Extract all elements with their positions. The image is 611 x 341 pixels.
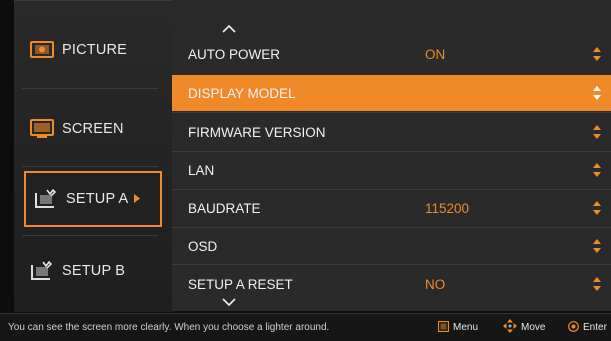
screen-icon [30,119,54,139]
menu-key-hint: Menu [437,320,479,335]
menu-row-firmware-version[interactable]: FIRMWARE VERSION [172,114,611,150]
menu-row-label: LAN [188,162,215,178]
sidebar-item-picture[interactable]: PICTURE [22,24,158,76]
menu-row-label: SETUP A RESET [188,276,293,292]
divider [172,112,611,113]
up-down-arrow-icon [593,86,601,100]
menu-button-icon [437,320,450,335]
caret-right-icon [134,191,141,207]
divider [22,166,158,167]
sidebar-item-label: SETUP A [66,191,129,207]
sidebar-item-screen[interactable]: SCREEN [22,103,158,155]
sidebar-item-label: SCREEN [62,121,124,137]
enter-key-hint: Enter [568,320,607,335]
menu-row-value: 115200 [425,200,470,216]
menu-row-label: AUTO POWER [188,46,281,62]
menu-row-osd[interactable]: OSD [172,228,611,264]
setup-a-icon [34,188,58,209]
sidebar-item-label: PICTURE [62,42,128,58]
divider [22,88,158,89]
up-down-arrow-icon [593,47,601,61]
menu-row-baudrate[interactable]: BAUDRATE 115200 [172,190,611,226]
menu-row-auto-power[interactable]: AUTO POWER ON [172,36,611,72]
picture-icon [30,40,54,60]
menu-row-value: NO [425,276,446,292]
menu-row-setup-a-reset[interactable]: SETUP A RESET NO [172,266,611,302]
help-text: You can see the screen more clearly. Whe… [8,322,330,333]
sidebar-item-setup-b[interactable]: SETUP B [22,245,158,297]
move-key-hint: Move [503,319,545,336]
up-down-arrow-icon [593,201,601,215]
up-down-arrow-icon [593,163,601,177]
menu-row-display-model[interactable]: DISPLAY MODEL [172,75,611,111]
divider [22,235,158,236]
move-arrows-icon [503,319,517,336]
setup-b-icon [30,260,54,281]
menu-row-label: BAUDRATE [188,200,261,216]
up-down-arrow-icon [593,239,601,253]
enter-key-label: Enter [583,322,607,333]
menu-row-lan[interactable]: LAN [172,152,611,188]
move-key-label: Move [521,322,546,333]
scroll-down-icon[interactable] [222,293,236,311]
enter-button-icon [568,320,579,335]
menu-key-label: Menu [453,322,479,333]
menu-row-value: ON [425,46,446,62]
menu-row-label: DISPLAY MODEL [188,85,296,101]
menu-row-label: OSD [188,238,218,254]
up-down-arrow-icon [593,277,601,291]
sidebar-item-setup-a[interactable]: SETUP A [24,171,162,227]
up-down-arrow-icon [593,125,601,139]
help-bar: You can see the screen more clearly. Whe… [0,313,611,341]
menu-row-label: FIRMWARE VERSION [188,124,326,140]
divider [172,264,611,265]
sidebar-item-label: SETUP B [62,263,126,279]
